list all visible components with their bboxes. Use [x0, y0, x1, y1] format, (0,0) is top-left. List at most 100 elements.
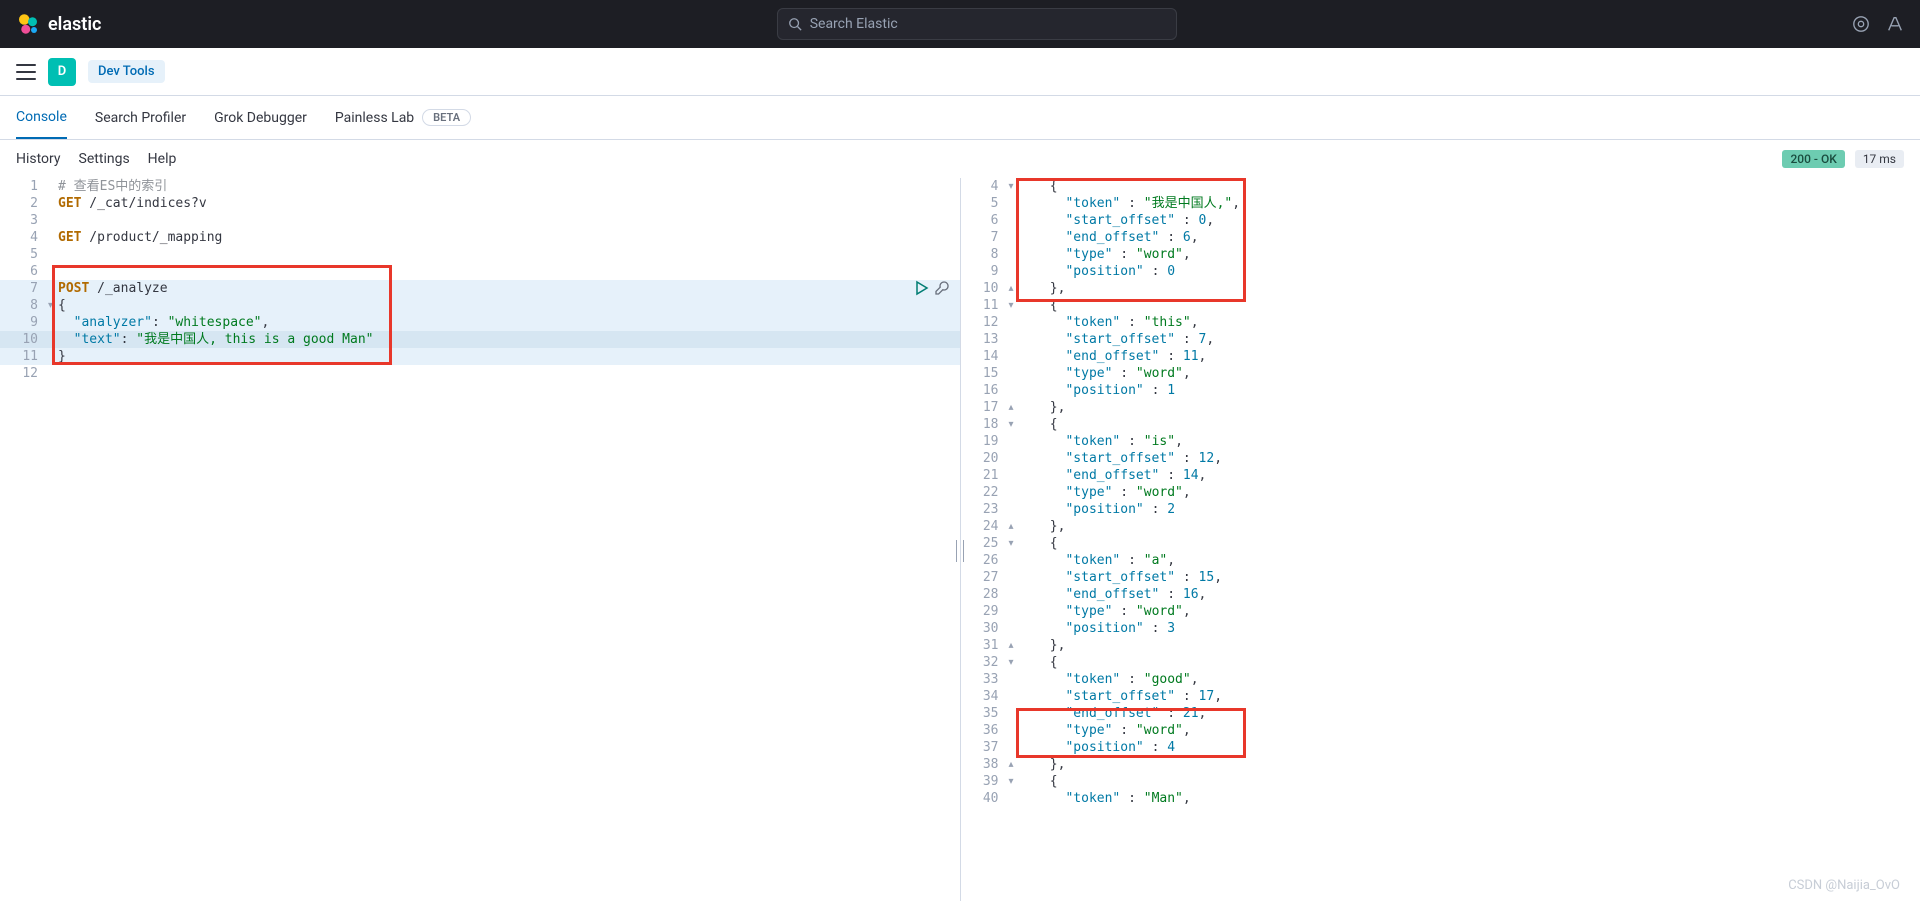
line-number: 4	[961, 178, 1009, 195]
code-line[interactable]: 7POST /_analyze	[0, 280, 960, 297]
line-number: 28	[961, 586, 1009, 603]
code-line[interactable]: 35 "end_offset" : 21,	[961, 705, 1920, 722]
code-line[interactable]: 6	[0, 263, 960, 280]
code-content: "token" : "a",	[1019, 552, 1920, 569]
line-number: 3	[0, 212, 48, 229]
code-line[interactable]: 21 "end_offset" : 14,	[961, 467, 1920, 484]
line-number: 1	[0, 178, 48, 195]
code-line[interactable]: 12	[0, 365, 960, 382]
tab-grok-debugger[interactable]: Grok Debugger	[214, 98, 307, 138]
line-number: 12	[961, 314, 1009, 331]
line-number: 22	[961, 484, 1009, 501]
code-line[interactable]: 6 "start_offset" : 0,	[961, 212, 1920, 229]
brand-logo[interactable]: elastic	[16, 12, 101, 36]
code-content: "position" : 0	[1019, 263, 1920, 280]
breadcrumb-devtools[interactable]: Dev Tools	[88, 60, 165, 83]
code-line[interactable]: 9 "analyzer": "whitespace",	[0, 314, 960, 331]
code-line[interactable]: 31▴ },	[961, 637, 1920, 654]
code-line[interactable]: 16 "position" : 1	[961, 382, 1920, 399]
code-content: "token" : "is",	[1019, 433, 1920, 450]
code-content: "end_offset" : 11,	[1019, 348, 1920, 365]
code-line[interactable]: 30 "position" : 3	[961, 620, 1920, 637]
response-viewer[interactable]: 4▾ {5 "token" : "我是中国人,",6 "start_offset…	[961, 178, 1920, 901]
code-line[interactable]: 3	[0, 212, 960, 229]
space-avatar[interactable]: D	[48, 58, 76, 86]
code-line[interactable]: 8▾{	[0, 297, 960, 314]
code-content: "start_offset" : 0,	[1019, 212, 1920, 229]
code-line[interactable]: 22 "type" : "word",	[961, 484, 1920, 501]
newsfeed-icon[interactable]	[1852, 15, 1870, 33]
code-content: {	[58, 297, 960, 314]
code-line[interactable]: 24▴ },	[961, 518, 1920, 535]
code-line[interactable]: 4▾ {	[961, 178, 1920, 195]
line-number: 38	[961, 756, 1009, 773]
code-line[interactable]: 15 "type" : "word",	[961, 365, 1920, 382]
code-line[interactable]: 17▴ },	[961, 399, 1920, 416]
code-line[interactable]: 12 "token" : "this",	[961, 314, 1920, 331]
code-line[interactable]: 14 "end_offset" : 11,	[961, 348, 1920, 365]
code-content: "start_offset" : 12,	[1019, 450, 1920, 467]
code-line[interactable]: 9 "position" : 0	[961, 263, 1920, 280]
elastic-logo-icon	[16, 12, 40, 36]
code-line[interactable]: 10▴ },	[961, 280, 1920, 297]
history-link[interactable]: History	[16, 151, 61, 167]
settings-link[interactable]: Settings	[79, 151, 130, 167]
code-line[interactable]: 13 "start_offset" : 7,	[961, 331, 1920, 348]
code-line[interactable]: 19 "token" : "is",	[961, 433, 1920, 450]
code-line[interactable]: 25▾ {	[961, 535, 1920, 552]
code-line[interactable]: 37 "position" : 4	[961, 739, 1920, 756]
code-line[interactable]: 40 "token" : "Man",	[961, 790, 1920, 807]
code-line[interactable]: 8 "type" : "word",	[961, 246, 1920, 263]
code-line[interactable]: 34 "start_offset" : 17,	[961, 688, 1920, 705]
code-line[interactable]: 7 "end_offset" : 6,	[961, 229, 1920, 246]
code-content: "text": "我是中国人, this is a good Man"	[58, 331, 960, 348]
line-number: 26	[961, 552, 1009, 569]
tab-painless-lab[interactable]: Painless LabBETA	[335, 97, 471, 138]
code-content	[58, 212, 960, 229]
code-line[interactable]: 11▾ {	[961, 297, 1920, 314]
code-line[interactable]: 39▾ {	[961, 773, 1920, 790]
request-editor[interactable]: 1# 查看ES中的索引2GET /_cat/indices?v34GET /pr…	[0, 178, 961, 901]
code-line[interactable]: 4GET /product/_mapping	[0, 229, 960, 246]
code-line[interactable]: 23 "position" : 2	[961, 501, 1920, 518]
code-content	[58, 365, 960, 382]
code-line[interactable]: 2GET /_cat/indices?v	[0, 195, 960, 212]
code-content: {	[1019, 416, 1920, 433]
line-number: 23	[961, 501, 1009, 518]
run-request-icon[interactable]	[914, 280, 930, 296]
code-content: "position" : 2	[1019, 501, 1920, 518]
line-number: 4	[0, 229, 48, 246]
code-line[interactable]: 27 "start_offset" : 15,	[961, 569, 1920, 586]
code-line[interactable]: 36 "type" : "word",	[961, 722, 1920, 739]
code-content: }	[58, 348, 960, 365]
search-icon	[788, 17, 802, 31]
line-number: 12	[0, 365, 48, 382]
line-number: 33	[961, 671, 1009, 688]
code-line[interactable]: 32▾ {	[961, 654, 1920, 671]
help-link[interactable]: Help	[148, 151, 177, 167]
line-number: 9	[961, 263, 1009, 280]
wrench-icon[interactable]	[934, 280, 950, 296]
code-line[interactable]: 33 "token" : "good",	[961, 671, 1920, 688]
code-line[interactable]: 20 "start_offset" : 12,	[961, 450, 1920, 467]
nav-toggle-button[interactable]	[16, 64, 36, 80]
line-number: 30	[961, 620, 1009, 637]
code-line[interactable]: 18▾ {	[961, 416, 1920, 433]
code-line[interactable]: 38▴ },	[961, 756, 1920, 773]
code-content: "analyzer": "whitespace",	[58, 314, 960, 331]
code-line[interactable]: 26 "token" : "a",	[961, 552, 1920, 569]
code-line[interactable]: 11}	[0, 348, 960, 365]
line-number: 21	[961, 467, 1009, 484]
response-time-badge: 17 ms	[1855, 150, 1904, 168]
code-line[interactable]: 5	[0, 246, 960, 263]
code-line[interactable]: 5 "token" : "我是中国人,",	[961, 195, 1920, 212]
tab-console[interactable]: Console	[16, 97, 67, 139]
code-line[interactable]: 29 "type" : "word",	[961, 603, 1920, 620]
tab-search-profiler[interactable]: Search Profiler	[95, 98, 186, 138]
help-icon[interactable]	[1886, 15, 1904, 33]
code-line[interactable]: 10 "text": "我是中国人, this is a good Man"	[0, 331, 960, 348]
code-line[interactable]: 1# 查看ES中的索引	[0, 178, 960, 195]
global-search-input[interactable]: Search Elastic	[777, 8, 1177, 40]
code-line[interactable]: 28 "end_offset" : 16,	[961, 586, 1920, 603]
line-number: 27	[961, 569, 1009, 586]
